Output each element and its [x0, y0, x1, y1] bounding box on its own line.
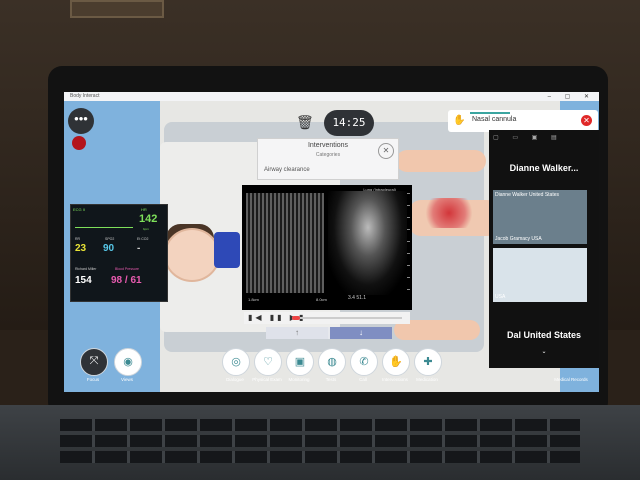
- keyboard-row: [60, 435, 580, 447]
- depth-scale: [407, 193, 410, 293]
- playback-bar: ▮◀ ▮▮ ▶▮: [244, 312, 410, 324]
- more-icon: •••: [74, 111, 88, 126]
- spo2-value: 90: [103, 243, 115, 254]
- ecg-label: ECG II: [73, 207, 86, 212]
- video-toolbar-icons[interactable]: ▢ ▭ ▣ ▤: [493, 134, 563, 141]
- keyboard-row: [60, 419, 580, 431]
- ultrasound-viewer: Lung (Intrapleural) 1.8cm 8.0cm 3.4 51.1: [242, 185, 412, 310]
- focus-button[interactable]: ⤧: [80, 348, 108, 376]
- rr-label: RR: [75, 237, 81, 241]
- depth-readout-mid: 8.0cm: [316, 297, 327, 302]
- chevron-down-icon[interactable]: ⌄: [489, 348, 599, 355]
- stethoscope-icon: ♡: [263, 356, 273, 368]
- phone-icon: ✆: [359, 356, 369, 368]
- dialogue-icon: ◎: [231, 356, 241, 368]
- modal-title: Interventions: [307, 142, 349, 149]
- video-call-panel: ▢ ▭ ▣ ▤ Dianne Walker... Dianne Walker U…: [489, 130, 599, 368]
- eye-icon: ◉: [123, 356, 133, 368]
- patient-collar: [214, 232, 240, 268]
- dialogue-button[interactable]: ◎: [222, 348, 250, 376]
- medical-records-label[interactable]: Medical Records: [548, 377, 594, 382]
- modal-close-button[interactable]: ✕: [378, 143, 394, 159]
- tests-icon: ◍: [327, 356, 337, 368]
- hand-icon: ✋: [453, 115, 466, 126]
- playback-track[interactable]: [292, 316, 402, 320]
- hand-icon: ✋: [389, 356, 403, 368]
- keyboard-row: [60, 451, 580, 463]
- vital-value: 154: [75, 275, 92, 286]
- rash-area: [424, 198, 474, 228]
- session-timer[interactable]: 14:25 ❚❚: [324, 110, 374, 155]
- tests-button[interactable]: ◍: [318, 348, 346, 376]
- participant-name-1: Dianne Walker...: [509, 163, 579, 173]
- window-titlebar: Body Interact – ▢ ✕: [64, 92, 599, 101]
- alert-indicator-icon[interactable]: [72, 136, 86, 150]
- window-title: Body Interact: [70, 93, 100, 99]
- b-mode-image: [328, 191, 408, 295]
- video-tile-2-label: Jacob Gramacy USA: [495, 236, 542, 242]
- intervention-toast: ✋ Nasal cannula ✕: [448, 110, 598, 132]
- hr-label: HR: [141, 207, 147, 212]
- patient-face[interactable]: [164, 228, 220, 282]
- scroll-up-button[interactable]: ↑: [266, 327, 328, 339]
- laptop-keyboard: [0, 405, 640, 480]
- wall-picture: [70, 0, 164, 18]
- hr-unit: bpm: [143, 227, 149, 231]
- focus-icon: ⤧: [89, 355, 99, 367]
- measure-readout: 3.4 51.1: [348, 295, 367, 301]
- rr-value: 23: [75, 243, 87, 254]
- hr-value: 142: [139, 213, 158, 225]
- bp-label: Blood Pressure: [115, 267, 139, 271]
- etco2-label: Et CO2: [137, 237, 149, 241]
- monitoring-button[interactable]: ▣: [286, 348, 314, 376]
- views-button[interactable]: ◉: [114, 348, 142, 376]
- ecg-waveform: [75, 217, 133, 228]
- toast-close-button[interactable]: ✕: [581, 115, 592, 126]
- medication-button[interactable]: ✚: [414, 348, 442, 376]
- menu-button[interactable]: •••: [68, 108, 94, 134]
- video-tile-1[interactable]: Dianne Walker United States Jacob Gramac…: [493, 190, 587, 244]
- toast-label: Nasal cannula: [472, 116, 517, 123]
- patient-name-label: Richard Miller: [75, 267, 97, 271]
- vitals-monitor[interactable]: ECG II HR 142 bpm RR 23 SPO2 90 Et CO2 -…: [70, 204, 168, 302]
- bp-value: 98 / 61: [111, 275, 142, 286]
- m-mode-image: [246, 193, 324, 293]
- laptop-screen: Body Interact – ▢ ✕ ••• 🗑 14:25 ❚❚ ✋ Nas…: [64, 92, 599, 392]
- etco2-value: -: [137, 243, 141, 254]
- physical-exam-button[interactable]: ♡: [254, 348, 282, 376]
- monitor-icon: ▣: [294, 356, 306, 368]
- call-button[interactable]: ✆: [350, 348, 378, 376]
- patient-arm-right[interactable]: [396, 150, 486, 172]
- interventions-modal: Interventions Categories ✕ Airway cleara…: [257, 138, 399, 180]
- category-airway-clearance[interactable]: Airway clearance: [264, 167, 310, 173]
- trash-icon[interactable]: 🗑: [296, 114, 314, 132]
- views-label: Views: [121, 377, 133, 382]
- toast-progress: [470, 112, 510, 114]
- playback-handle[interactable]: [292, 316, 300, 320]
- depth-readout-left: 1.8cm: [248, 297, 259, 302]
- medication-icon: ✚: [423, 356, 433, 368]
- medication-label: Medication: [416, 377, 438, 382]
- interventions-button[interactable]: ✋: [382, 348, 410, 376]
- video-tile-3-label: USA: [495, 294, 506, 300]
- spo2-label: SPO2: [105, 237, 115, 241]
- scroll-arrows: ↑ ↓: [266, 327, 392, 339]
- participant-name-2: Dal United States: [506, 330, 582, 340]
- video-tile-1-label: Dianne Walker United States: [495, 192, 560, 198]
- video-tile-2[interactable]: USA: [493, 248, 587, 302]
- scroll-down-button[interactable]: ↓: [330, 327, 392, 339]
- modal-subtitle: Categories: [315, 152, 341, 158]
